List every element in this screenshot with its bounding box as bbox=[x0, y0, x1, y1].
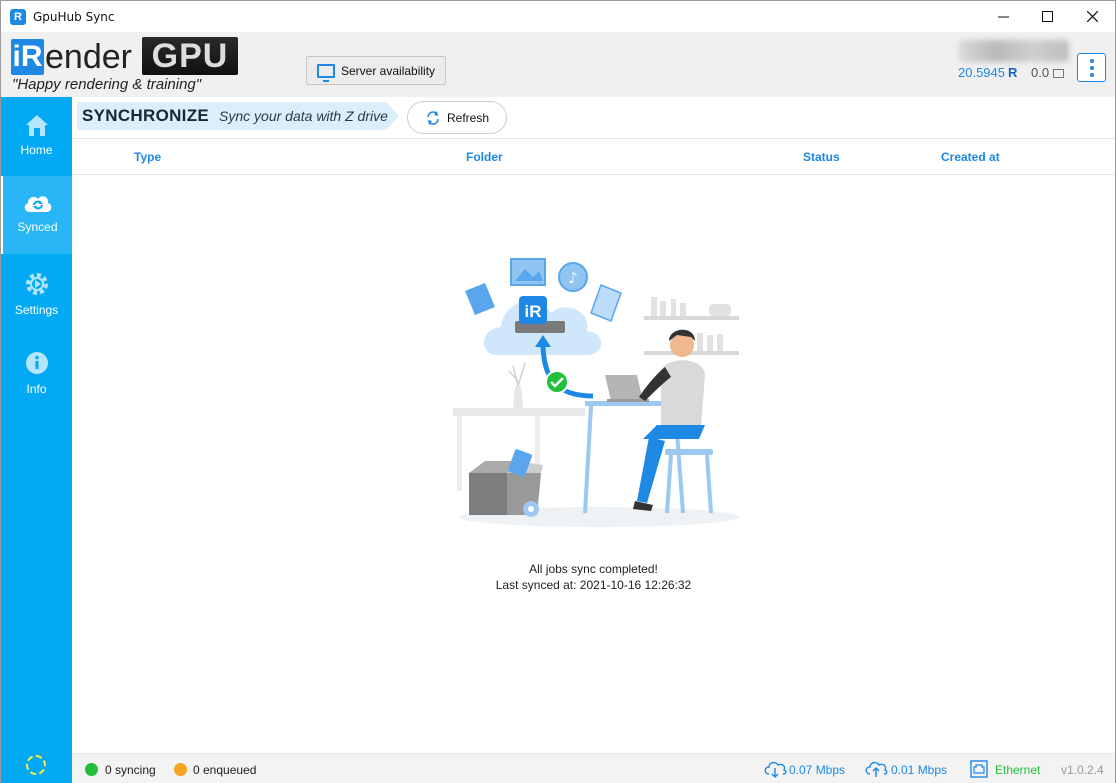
enqueued-indicator-icon bbox=[174, 763, 187, 776]
sync-complete-illustration: iR ♪ bbox=[453, 258, 739, 527]
download-speed: 0.07 Mbps bbox=[789, 763, 846, 777]
home-icon bbox=[25, 115, 48, 136]
sidebar: Home Synced Settings Info bbox=[1, 97, 72, 783]
app-header: iR ender GPU "Happy rendering & training… bbox=[1, 32, 1115, 97]
balance-value: 20.5945 bbox=[958, 65, 1005, 80]
close-icon bbox=[1086, 11, 1098, 22]
cloud-upload-icon bbox=[865, 761, 888, 777]
cloud-sync-icon bbox=[24, 196, 51, 212]
user-name-blurred bbox=[959, 40, 1069, 62]
title-bar: R GpuHub Sync bbox=[1, 1, 1115, 32]
more-menu-button[interactable] bbox=[1077, 53, 1106, 82]
svg-text:♪: ♪ bbox=[568, 269, 578, 287]
server-availability-label: Server availability bbox=[341, 63, 436, 78]
app-window: R GpuHub Sync iR ender GPU "Happy render… bbox=[0, 0, 1116, 783]
column-header-folder[interactable]: Folder bbox=[466, 150, 503, 164]
empty-state-message: All jobs sync completed! Last synced at:… bbox=[72, 561, 1115, 593]
svg-text:iR: iR bbox=[525, 302, 542, 321]
sidebar-item-label: Home bbox=[20, 143, 53, 157]
balance-display: 20.5945 R bbox=[958, 65, 1017, 80]
sidebar-item-settings[interactable]: Settings bbox=[1, 255, 72, 333]
network-status: Ethernet bbox=[995, 763, 1041, 777]
refresh-icon bbox=[427, 110, 439, 125]
sidebar-item-label: Synced bbox=[17, 220, 58, 234]
cloud-download-icon bbox=[764, 761, 787, 778]
syncing-count: 0 syncing bbox=[105, 763, 156, 777]
page-subtitle: Sync your data with Z drive bbox=[219, 108, 388, 124]
column-header-type[interactable]: Type bbox=[134, 150, 161, 164]
toolbar: SYNCHRONIZE Sync your data with Z drive … bbox=[72, 97, 1115, 139]
refresh-button[interactable]: Refresh bbox=[407, 101, 507, 134]
page-title-banner: SYNCHRONIZE Sync your data with Z drive bbox=[77, 102, 399, 130]
table-header: Type Folder Status Created at bbox=[72, 140, 1115, 175]
sidebar-item-label: Info bbox=[26, 382, 47, 396]
page-title: SYNCHRONIZE bbox=[82, 106, 210, 125]
sidebar-item-synced[interactable]: Synced bbox=[1, 176, 72, 254]
syncing-indicator-icon bbox=[85, 763, 98, 776]
minimize-button[interactable] bbox=[980, 1, 1026, 32]
close-button[interactable] bbox=[1069, 1, 1115, 32]
minimize-icon bbox=[997, 16, 1009, 18]
last-synced-text: Last synced at: 2021-10-16 12:26:32 bbox=[495, 578, 692, 592]
upload-speed: 0.01 Mbps bbox=[891, 763, 948, 777]
logo-gpu-badge: GPU bbox=[141, 37, 238, 75]
more-dot-icon bbox=[1089, 58, 1094, 63]
server-availability-button[interactable]: Server availability bbox=[306, 56, 446, 85]
enqueued-count: 0 enqueued bbox=[193, 763, 257, 777]
sidebar-item-home[interactable]: Home bbox=[1, 97, 72, 175]
app-logo-icon: R bbox=[10, 8, 26, 25]
window-title: GpuHub Sync bbox=[33, 9, 115, 24]
credit-display: 0.0 bbox=[1031, 65, 1065, 80]
sidebar-item-label: Settings bbox=[14, 303, 59, 317]
logo-wordmark: ender bbox=[45, 38, 132, 76]
more-dot-icon bbox=[1089, 65, 1094, 70]
maximize-button[interactable] bbox=[1024, 1, 1070, 32]
gear-icon bbox=[25, 273, 48, 295]
status-bar: 0 syncing 0 enqueued 0.07 Mbps 0.01 Mbps… bbox=[72, 753, 1115, 783]
refresh-label: Refresh bbox=[446, 110, 490, 125]
card-icon bbox=[1053, 69, 1065, 78]
render-point-icon: R bbox=[1008, 65, 1018, 80]
irender-logo: iR ender GPU bbox=[11, 35, 238, 75]
maximize-icon bbox=[1041, 11, 1053, 22]
info-icon bbox=[25, 352, 48, 374]
monitor-icon bbox=[317, 63, 335, 82]
column-header-created-at[interactable]: Created at bbox=[941, 150, 1000, 164]
more-dot-icon bbox=[1089, 72, 1094, 77]
sync-activity-icon bbox=[26, 755, 46, 775]
logo-mark: iR bbox=[11, 39, 44, 75]
sync-complete-text: All jobs sync completed! bbox=[529, 562, 658, 576]
column-header-status[interactable]: Status bbox=[803, 150, 840, 164]
credit-value: 0.0 bbox=[1031, 65, 1050, 80]
sidebar-item-info[interactable]: Info bbox=[1, 334, 72, 412]
tagline: "Happy rendering & training" bbox=[12, 76, 202, 93]
ethernet-icon bbox=[970, 760, 988, 778]
app-version: v1.0.2.4 bbox=[1061, 763, 1104, 777]
